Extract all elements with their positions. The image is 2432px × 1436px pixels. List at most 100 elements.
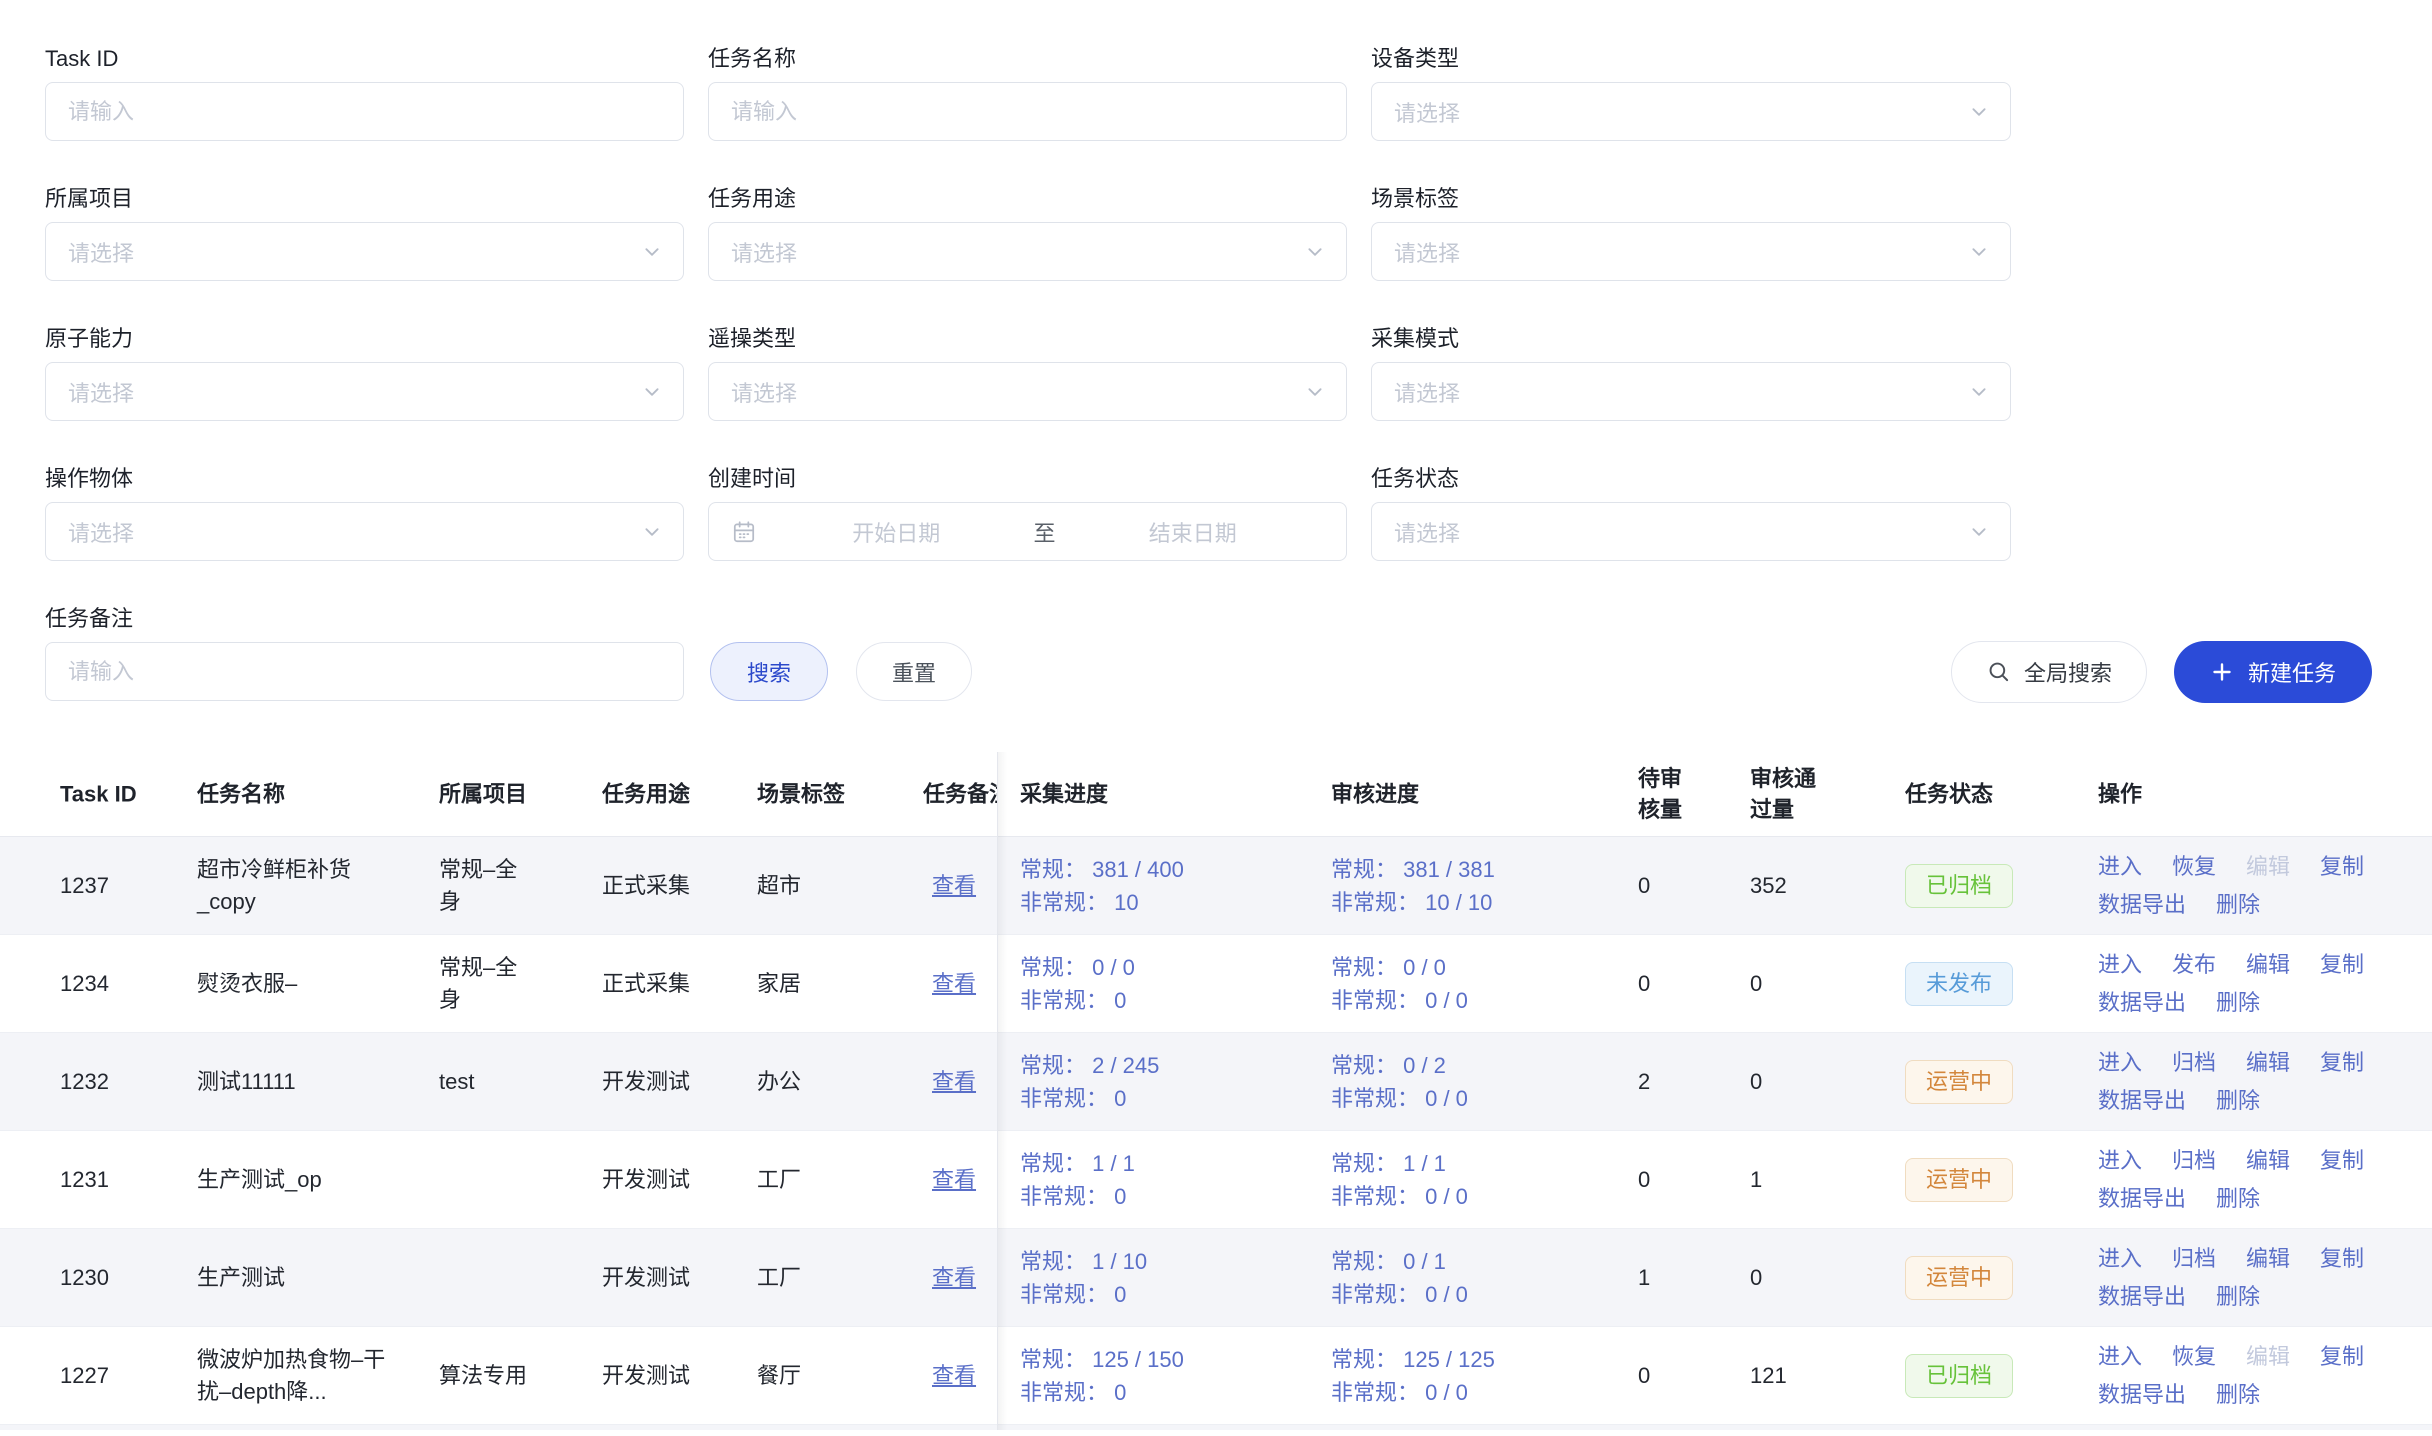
header-purpose: 任务用途	[602, 779, 742, 810]
select-placeholder: 请选择	[68, 516, 134, 548]
review-progress-cell: 常规： 381 / 381非常规： 10 / 10	[1331, 853, 1626, 919]
collect-progress-cell: 常规： 125 / 150非常规： 0	[1020, 1343, 1320, 1409]
collect-mode-select[interactable]: 请选择	[1371, 362, 2011, 421]
next-row-partial	[0, 1425, 2432, 1430]
table-body: 1237 超市冷鲜柜补货_copy 常规–全身 正式采集 超市 查看 常规： 3…	[0, 837, 2432, 1425]
action-enter[interactable]: 进入	[2098, 1243, 2142, 1275]
action-publish[interactable]: 发布	[2172, 949, 2216, 981]
action-delete[interactable]: 删除	[2216, 1281, 2260, 1313]
header-passed: 审核通 过量	[1750, 763, 1865, 825]
select-placeholder: 请选择	[1394, 96, 1460, 128]
task-management-page: Task ID 任务名称 设备类型 请选择 所属项目 请选择	[0, 0, 2432, 1436]
action-delete[interactable]: 删除	[2216, 1085, 2260, 1117]
task-id-input[interactable]	[45, 82, 684, 141]
progress-line: 非常规： 0	[1020, 1376, 1320, 1409]
scene-cell: 餐厅	[757, 1360, 907, 1392]
filter-field-purpose: 任务用途 请选择	[708, 184, 1347, 281]
view-remark-link[interactable]: 查看	[932, 873, 976, 898]
project-select[interactable]: 请选择	[45, 222, 684, 281]
filter-field-task-status: 任务状态 请选择	[1371, 464, 2011, 561]
action-copy[interactable]: 复制	[2320, 851, 2364, 883]
create-time-range-picker[interactable]: 开始日期 至 结束日期	[708, 502, 1347, 561]
action-enter[interactable]: 进入	[2098, 1047, 2142, 1079]
action-delete[interactable]: 删除	[2216, 987, 2260, 1019]
search-button[interactable]: 搜索	[710, 642, 828, 701]
action-edit[interactable]: 编辑	[2246, 949, 2290, 981]
action-copy[interactable]: 复制	[2320, 1341, 2364, 1373]
action-edit[interactable]: 编辑	[2246, 1243, 2290, 1275]
task-status-select[interactable]: 请选择	[1371, 502, 2011, 561]
action-enter[interactable]: 进入	[2098, 1341, 2142, 1373]
action-copy[interactable]: 复制	[2320, 1047, 2364, 1079]
scene-tag-select[interactable]: 请选择	[1371, 222, 2011, 281]
new-task-button[interactable]: 新建任务	[2174, 641, 2372, 703]
action-copy[interactable]: 复制	[2320, 1243, 2364, 1275]
action-export[interactable]: 数据导出	[2098, 1379, 2186, 1411]
task-name-input[interactable]	[708, 82, 1347, 141]
action-copy[interactable]: 复制	[2320, 1145, 2364, 1177]
chevron-down-icon	[1970, 243, 1988, 261]
purpose-cell: 开发测试	[602, 1164, 742, 1196]
action-delete[interactable]: 删除	[2216, 1183, 2260, 1215]
view-remark-link[interactable]: 查看	[932, 971, 976, 996]
remark-cell: 查看	[923, 1164, 997, 1196]
progress-line: 常规： 1 / 10	[1020, 1245, 1320, 1278]
chevron-down-icon	[1306, 383, 1324, 401]
action-edit[interactable]: 编辑	[2246, 1047, 2290, 1079]
filter-label: 创建时间	[708, 464, 1347, 494]
action-export[interactable]: 数据导出	[2098, 1085, 2186, 1117]
action-archive[interactable]: 归档	[2172, 1047, 2216, 1079]
toolbar-right: 全局搜索 新建任务	[1951, 641, 2372, 703]
chevron-down-icon	[643, 243, 661, 261]
task-remark-input[interactable]	[45, 642, 684, 701]
reset-button[interactable]: 重置	[856, 642, 972, 701]
table-row: 1232 测试11111 test 开发测试 办公 查看 常规： 2 / 245…	[0, 1033, 2432, 1131]
atomic-ability-select[interactable]: 请选择	[45, 362, 684, 421]
progress-line: 常规： 381 / 381	[1331, 853, 1626, 886]
action-delete[interactable]: 删除	[2216, 1379, 2260, 1411]
purpose-cell: 开发测试	[602, 1262, 742, 1294]
chevron-down-icon	[1970, 523, 1988, 541]
action-edit[interactable]: 编辑	[2246, 1145, 2290, 1177]
view-remark-link[interactable]: 查看	[932, 1265, 976, 1290]
device-type-select[interactable]: 请选择	[1371, 82, 2011, 141]
row-actions: 进入恢复编辑复制数据导出删除	[2098, 1341, 2418, 1411]
task-id-cell: 1234	[60, 968, 180, 1000]
remark-cell: 查看	[923, 1066, 997, 1098]
teleop-type-select[interactable]: 请选择	[708, 362, 1347, 421]
global-search-button[interactable]: 全局搜索	[1951, 641, 2147, 703]
start-date-placeholder[interactable]: 开始日期	[765, 516, 1028, 548]
action-export[interactable]: 数据导出	[2098, 1183, 2186, 1215]
action-copy[interactable]: 复制	[2320, 949, 2364, 981]
passed-count-cell: 0	[1750, 1066, 1865, 1098]
view-remark-link[interactable]: 查看	[932, 1363, 976, 1388]
action-export[interactable]: 数据导出	[2098, 1281, 2186, 1313]
row-actions: 进入恢复编辑复制数据导出删除	[2098, 851, 2418, 921]
action-delete[interactable]: 删除	[2216, 889, 2260, 921]
action-restore[interactable]: 恢复	[2172, 1341, 2216, 1373]
progress-line: 常规： 0 / 1	[1331, 1245, 1626, 1278]
action-enter[interactable]: 进入	[2098, 1145, 2142, 1177]
progress-line: 非常规： 0 / 0	[1331, 1376, 1626, 1409]
end-date-placeholder[interactable]: 结束日期	[1062, 516, 1325, 548]
project-cell: 常规–全身	[439, 952, 539, 1016]
action-archive[interactable]: 归档	[2172, 1243, 2216, 1275]
operate-object-select[interactable]: 请选择	[45, 502, 684, 561]
task-purpose-select[interactable]: 请选择	[708, 222, 1347, 281]
view-remark-link[interactable]: 查看	[932, 1069, 976, 1094]
review-progress-cell: 常规： 0 / 2非常规： 0 / 0	[1331, 1049, 1626, 1115]
collect-progress-cell: 常规： 1 / 10非常规： 0	[1020, 1245, 1320, 1311]
action-export[interactable]: 数据导出	[2098, 987, 2186, 1019]
action-enter[interactable]: 进入	[2098, 851, 2142, 883]
remark-cell: 查看	[923, 870, 997, 902]
pending-count-cell: 0	[1638, 870, 1720, 902]
action-enter[interactable]: 进入	[2098, 949, 2142, 981]
action-archive[interactable]: 归档	[2172, 1145, 2216, 1177]
filter-label: Task ID	[45, 44, 684, 74]
progress-line: 非常规： 0 / 0	[1331, 984, 1626, 1017]
action-export[interactable]: 数据导出	[2098, 889, 2186, 921]
action-restore[interactable]: 恢复	[2172, 851, 2216, 883]
view-remark-link[interactable]: 查看	[932, 1167, 976, 1192]
filter-label: 原子能力	[45, 324, 684, 354]
action-edit: 编辑	[2246, 851, 2290, 883]
